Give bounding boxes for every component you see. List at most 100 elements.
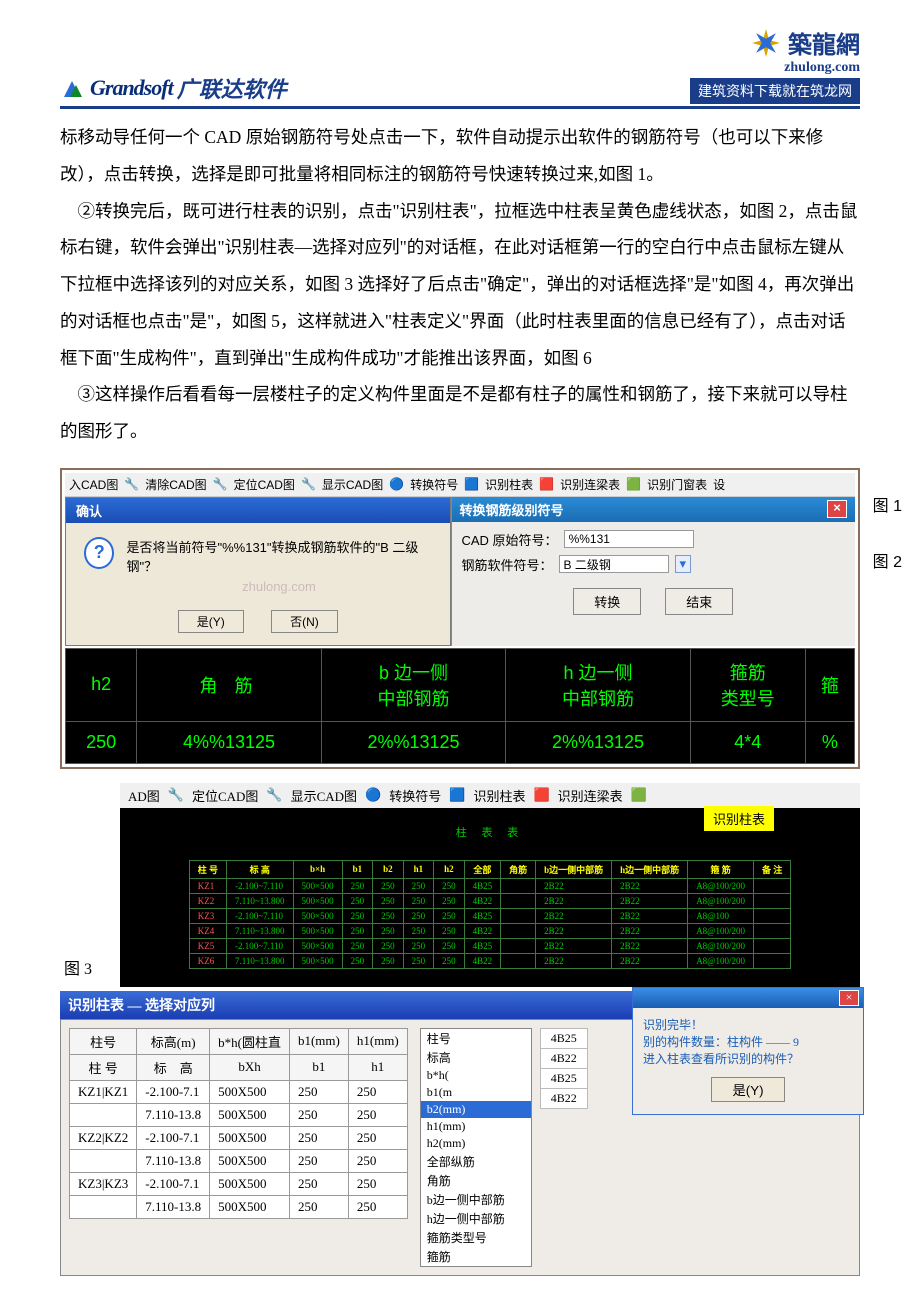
- tiny-cell: [753, 893, 790, 908]
- tb1-beam[interactable]: 识别连梁表: [560, 476, 620, 493]
- tiny-cell: 7.110~13.800: [227, 923, 294, 938]
- map-cell: 500X500: [210, 1172, 290, 1195]
- tiny-header: h2: [434, 860, 465, 878]
- tiny-cell: A8@100/200: [688, 893, 754, 908]
- done-yes-button[interactable]: 是(Y): [711, 1077, 784, 1102]
- confirm-msg: 是否将当前符号"%%131"转换成钢筋软件的"B 二级钢"？: [126, 537, 431, 575]
- tiny-header: h边一侧中部筋: [612, 860, 688, 878]
- map-header[interactable]: 标高(m): [137, 1028, 210, 1054]
- map-cell: KZ2|KZ2: [70, 1126, 137, 1149]
- tiny-cell: 2B22: [536, 953, 612, 968]
- tiny-cell: 4B22: [464, 893, 501, 908]
- tiny-cell: 250: [373, 953, 404, 968]
- map-header[interactable]: b*h(圆柱直: [210, 1028, 290, 1054]
- tb1-clear[interactable]: 清除CAD图: [145, 476, 206, 493]
- dropdown-option[interactable]: 柱号: [421, 1029, 531, 1048]
- green-header-cell: 箍筋类型号: [690, 648, 805, 721]
- map-subheader: bXh: [210, 1054, 290, 1080]
- conv-input-1[interactable]: [564, 530, 694, 548]
- tb2-ad[interactable]: AD图: [128, 786, 160, 805]
- tb2-show[interactable]: 显示CAD图: [291, 786, 357, 805]
- map-cell: -2.100-7.1: [137, 1172, 210, 1195]
- map-subheader: 柱 号: [70, 1054, 137, 1080]
- tb1-more[interactable]: 设: [713, 476, 725, 493]
- map-header[interactable]: b1(mm): [289, 1028, 348, 1054]
- figure-2-label: 图 2: [873, 548, 902, 572]
- tiny-header: 全部: [464, 860, 501, 878]
- dropdown-option[interactable]: b*h(: [421, 1067, 531, 1084]
- green-data-cell: 2%%13125: [321, 721, 505, 763]
- figure-1-2-area: 入CAD图 🔧清除CAD图 🔧定位CAD图 🔧显示CAD图 🔵转换符号 🟦识别柱…: [60, 468, 860, 769]
- dropdown-option[interactable]: 箍筋类型号: [421, 1228, 531, 1247]
- close-icon[interactable]: ×: [839, 990, 859, 1006]
- dropdown-option[interactable]: h边一侧中部筋: [421, 1209, 531, 1228]
- map-cell: KZ3|KZ3: [70, 1172, 137, 1195]
- conv-input-2[interactable]: [559, 555, 669, 573]
- tiny-cell: 250: [373, 878, 404, 893]
- dropdown-option[interactable]: b边一侧中部筋: [421, 1190, 531, 1209]
- dropdown-option[interactable]: b2(mm): [421, 1101, 531, 1118]
- brand-left-script: Grandsoft: [90, 75, 173, 101]
- tiny-cell: 500×500: [293, 908, 342, 923]
- tb2-convert[interactable]: 转换符号: [389, 786, 441, 805]
- question-icon: ?: [84, 537, 114, 569]
- tiny-cell: 500×500: [293, 923, 342, 938]
- dropdown-option[interactable]: h2(mm): [421, 1135, 531, 1152]
- tb1-door[interactable]: 识别门窗表: [647, 476, 707, 493]
- identify-tag[interactable]: 识别柱表: [704, 806, 774, 831]
- map-cell: 500X500: [210, 1195, 290, 1218]
- green-data-cell: 2%%13125: [506, 721, 690, 763]
- dropdown-option[interactable]: 全部纵筋: [421, 1152, 531, 1171]
- convert-button[interactable]: 转换: [573, 588, 641, 615]
- dropdown-arrow-icon[interactable]: ▾: [675, 555, 692, 573]
- tb1-locate[interactable]: 定位CAD图: [234, 476, 295, 493]
- tb2-locate[interactable]: 定位CAD图: [192, 786, 258, 805]
- map-cell: 250: [348, 1080, 407, 1103]
- tiny-cell: 4B25: [464, 878, 501, 893]
- tiny-cell: -2.100~7.110: [227, 938, 294, 953]
- map-header[interactable]: 柱号: [70, 1028, 137, 1054]
- tiny-cell: 250: [342, 908, 373, 923]
- confirm-no-button[interactable]: 否(N): [271, 610, 338, 633]
- tb1-import[interactable]: 入CAD图: [69, 476, 118, 493]
- tiny-cell: 250: [403, 878, 434, 893]
- tiny-cell: 250: [342, 953, 373, 968]
- dropdown-option[interactable]: 标高: [421, 1048, 531, 1067]
- map-cell: 250: [348, 1149, 407, 1172]
- tiny-cell: 7.110~13.800: [227, 953, 294, 968]
- map-cell: 7.110-13.8: [137, 1195, 210, 1218]
- tiny-cell: 250: [342, 938, 373, 953]
- dropdown-option[interactable]: 角筋: [421, 1171, 531, 1190]
- mapping-table[interactable]: 柱号标高(m)b*h(圆柱直b1(mm)h1(mm)柱 号标 高bXhb1h1K…: [69, 1028, 408, 1219]
- tb2-col[interactable]: 识别柱表: [473, 786, 525, 805]
- tb1-col[interactable]: 识别柱表: [485, 476, 533, 493]
- dropdown-option[interactable]: h1(mm): [421, 1118, 531, 1135]
- done-line-3: 进入柱表查看所识别的构件？: [643, 1050, 853, 1067]
- tiny-cell: A8@100/200: [688, 878, 754, 893]
- dropdown-option[interactable]: 箍筋: [421, 1247, 531, 1266]
- tiny-cell: 250: [403, 923, 434, 938]
- tiny-cell: 250: [342, 878, 373, 893]
- green-data-cell: 4%%13125: [137, 721, 321, 763]
- map-cell: [70, 1103, 137, 1126]
- tiny-cell: 500×500: [293, 938, 342, 953]
- extra-cell: 4B22: [540, 1088, 587, 1108]
- close-icon[interactable]: ×: [827, 500, 847, 518]
- green-header-cell: h 边一侧中部钢筋: [506, 648, 690, 721]
- tiny-cell: 250: [342, 923, 373, 938]
- tiny-cell: 250: [403, 953, 434, 968]
- map-header[interactable]: h1(mm): [348, 1028, 407, 1054]
- tiny-cell: [753, 908, 790, 923]
- confirm-yes-button[interactable]: 是(Y): [178, 610, 244, 633]
- column-dropdown[interactable]: 柱号标高b*h(b1(mb2(mm)h1(mm)h2(mm)全部纵筋角筋b边一侧…: [420, 1028, 532, 1267]
- tb1-convert[interactable]: 转换符号: [410, 476, 458, 493]
- tiny-cell: 250: [434, 923, 465, 938]
- map-cell: -2.100-7.1: [137, 1126, 210, 1149]
- end-button[interactable]: 结束: [665, 588, 733, 615]
- dropdown-option[interactable]: b1(m: [421, 1084, 531, 1101]
- map-cell: 250: [348, 1195, 407, 1218]
- map-cell: -2.100-7.1: [137, 1080, 210, 1103]
- convert-panel-title: 转换钢筋级别符号: [460, 500, 564, 519]
- tb1-show[interactable]: 显示CAD图: [322, 476, 383, 493]
- tb2-beam[interactable]: 识别连梁表: [558, 786, 623, 805]
